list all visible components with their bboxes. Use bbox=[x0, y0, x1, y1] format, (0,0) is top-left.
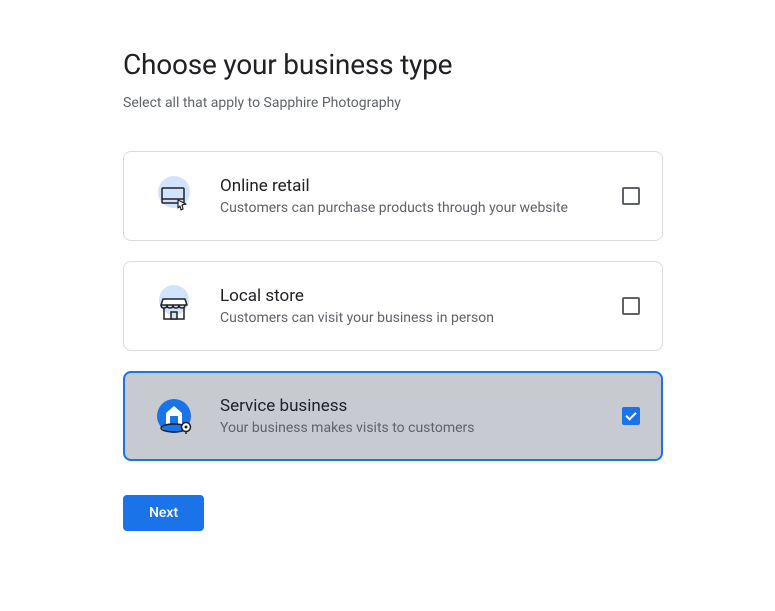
page-title: Choose your business type bbox=[123, 48, 663, 81]
next-button[interactable]: Next bbox=[123, 495, 204, 531]
option-online-retail[interactable]: Online retail Customers can purchase pro… bbox=[123, 151, 663, 241]
monitor-click-icon bbox=[152, 174, 196, 218]
checkbox-online-retail[interactable] bbox=[622, 187, 640, 205]
option-local-store[interactable]: Local store Customers can visit your bus… bbox=[123, 261, 663, 351]
option-title: Service business bbox=[220, 396, 622, 416]
checkbox-service-business[interactable] bbox=[622, 407, 640, 425]
subtitle: Select all that apply to Sapphire Photog… bbox=[123, 95, 663, 111]
storefront-icon bbox=[152, 284, 196, 328]
option-description: Customers can purchase products through … bbox=[220, 200, 622, 216]
option-title: Local store bbox=[220, 286, 622, 306]
house-pin-icon bbox=[152, 394, 196, 438]
option-description: Your business makes visits to customers bbox=[220, 420, 622, 436]
checkbox-local-store[interactable] bbox=[622, 297, 640, 315]
option-description: Customers can visit your business in per… bbox=[220, 310, 622, 326]
option-service-business[interactable]: Service business Your business makes vis… bbox=[123, 371, 663, 461]
option-title: Online retail bbox=[220, 176, 622, 196]
